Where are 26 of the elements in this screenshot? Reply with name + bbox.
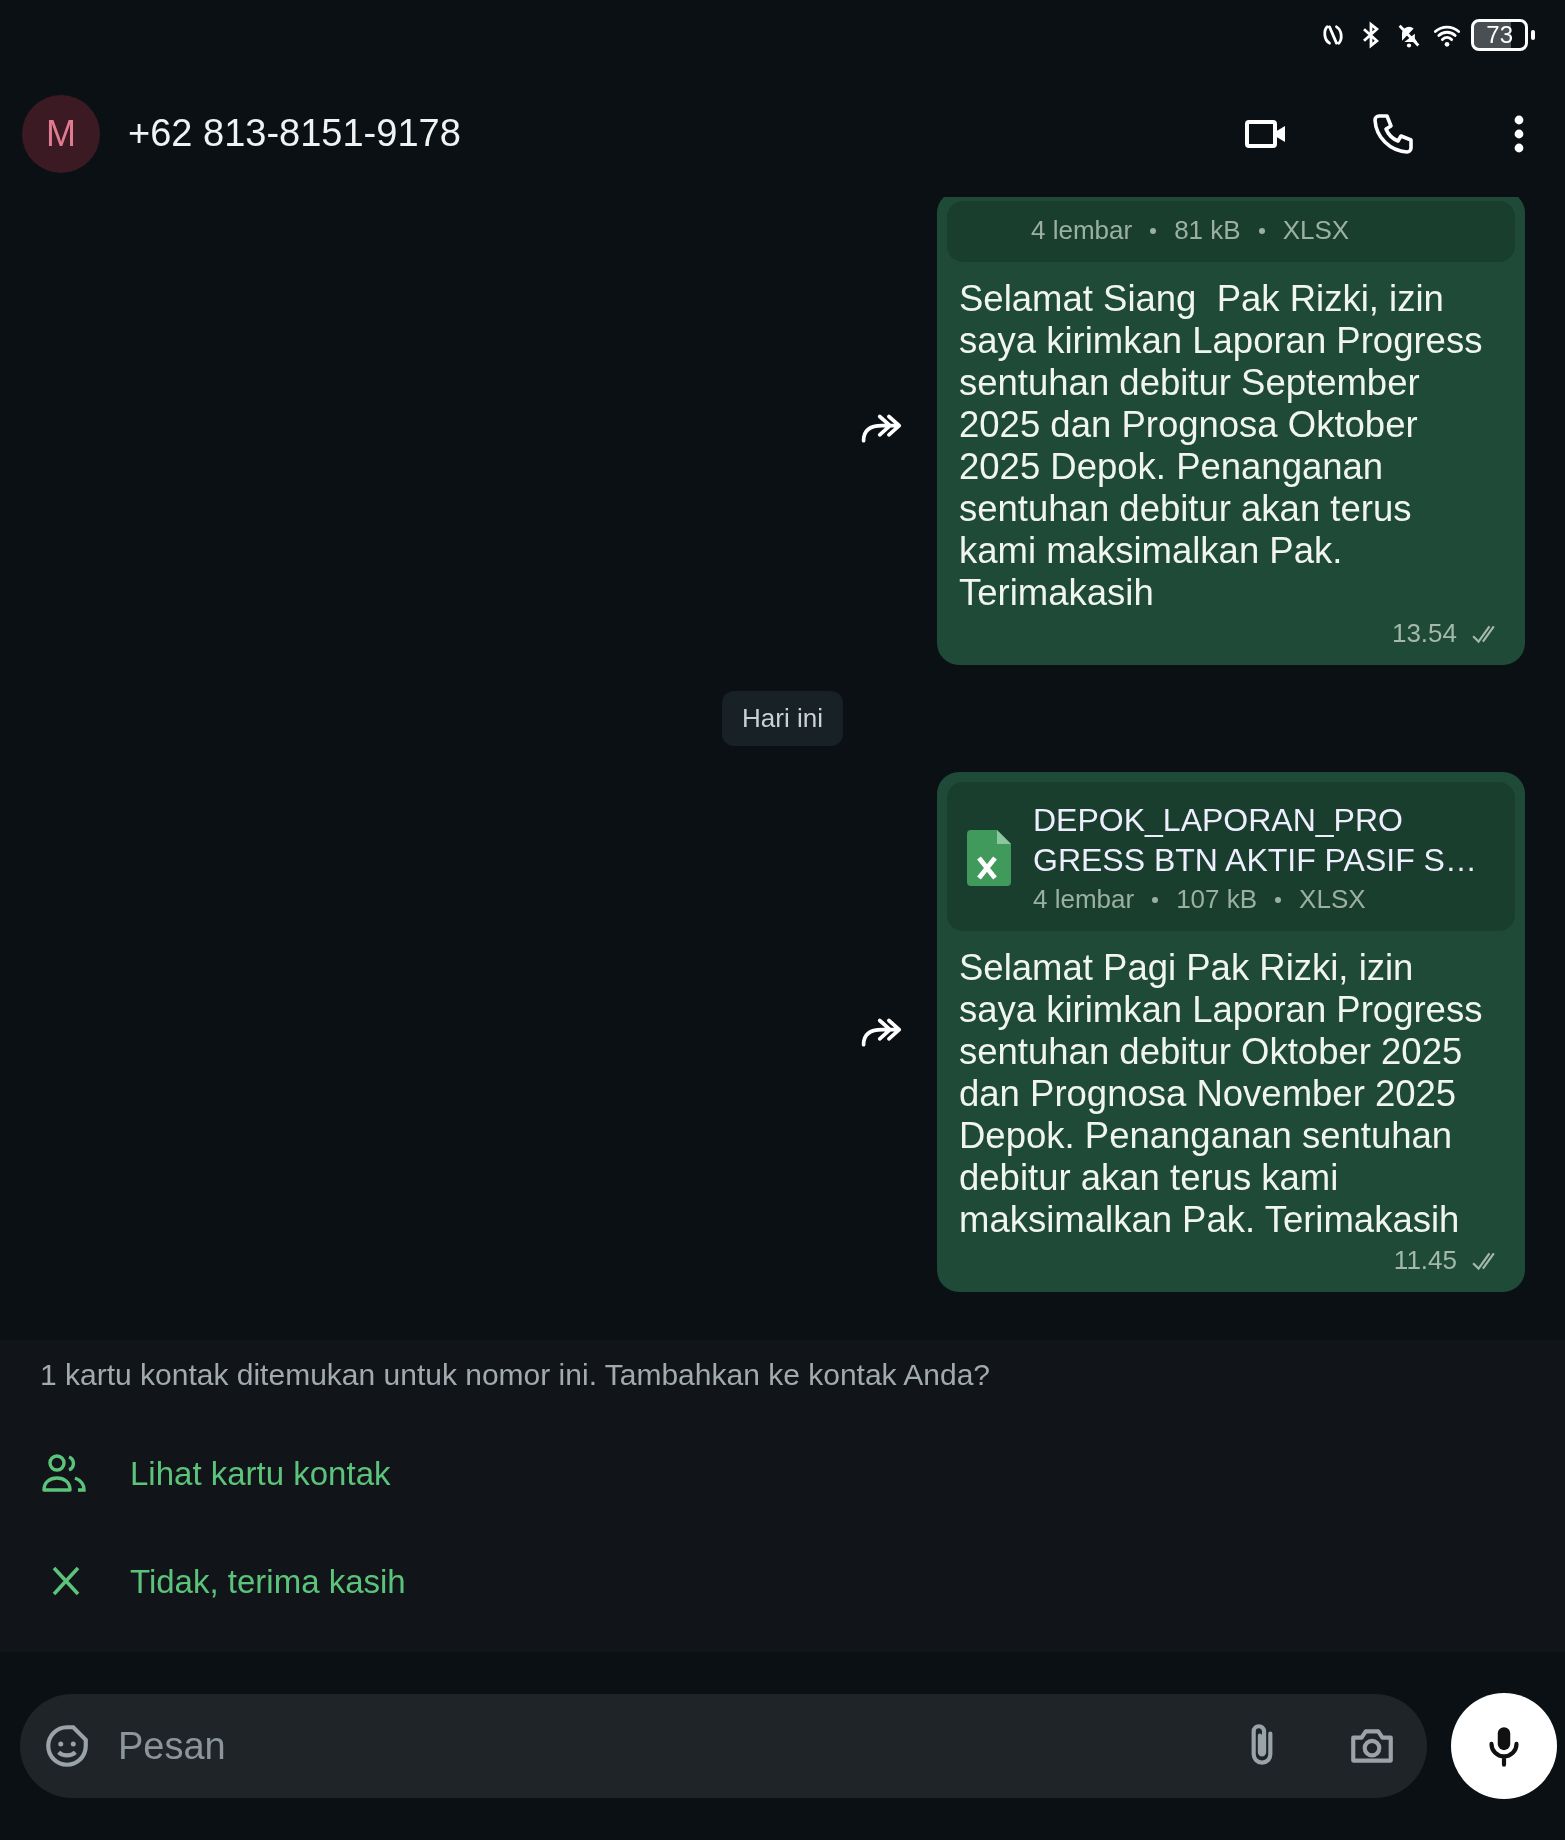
separator-dot: [1152, 896, 1159, 903]
separator-dot: [1275, 896, 1282, 903]
contact-prompt: 1 kartu kontak ditemukan untuk nomor ini. Tambahkan ke kontak Anda?: [39, 1358, 992, 1393]
file-info: 4 lembar: [1031, 215, 1133, 246]
file-name: DEPOK_LAPORAN_PRO GRESS BTN AKTIF PASIF S…: [1033, 801, 1478, 880]
separator-dot: [1258, 227, 1265, 234]
message-time: 11.45: [1393, 1245, 1457, 1276]
date-label: Hari ini: [722, 691, 843, 746]
file-info: 107 kB: [1176, 884, 1258, 915]
avatar[interactable]: M: [22, 94, 100, 173]
file-attachment[interactable]: 4 lembar 81 kB XLSX: [947, 201, 1515, 262]
message-text: Selamat Siang Pak Rizki, izin saya kirimkan Laporan Progress sentuhan debitur September 2025 dan Prognosa Oktober 2025 Depok. Penanganan sentuhan debitur akan terus kami maksimalkan Pak. Terimakasih: [958, 277, 1484, 614]
message-input[interactable]: Pesan: [116, 1723, 1213, 1769]
contact-action[interactable]: Tidak, terima kasih: [0, 1528, 1565, 1636]
file-info: 81 kB: [1174, 215, 1241, 246]
message-field[interactable]: Pesan: [20, 1694, 1427, 1798]
file-attachment[interactable]: DEPOK_LAPORAN_PRO GRESS BTN AKTIF PASIF S… 4 lembar 107 kB XLSX: [947, 782, 1515, 931]
file-info: XLSX: [1282, 215, 1350, 246]
contact-action[interactable]: Lihat kartu kontak: [0, 1420, 1565, 1528]
file-info: XLSX: [1299, 884, 1366, 915]
battery-indicator: 73: [1471, 19, 1535, 51]
message-text: Selamat Pagi Pak Rizki, izin saya kirimkan Laporan Progress sentuhan debitur Oktober 2025 dan Prognosa November 2025 Depok. Penanganan sentuhan debitur akan terus kami maksimalkan Pak. Terimakasih: [958, 946, 1484, 1241]
file-info: 4 lembar: [1033, 884, 1135, 915]
separator-dot: [1150, 227, 1157, 234]
message-time: 13.54: [1391, 618, 1457, 649]
contact-name[interactable]: +62 813-8151-9178: [128, 112, 1165, 155]
